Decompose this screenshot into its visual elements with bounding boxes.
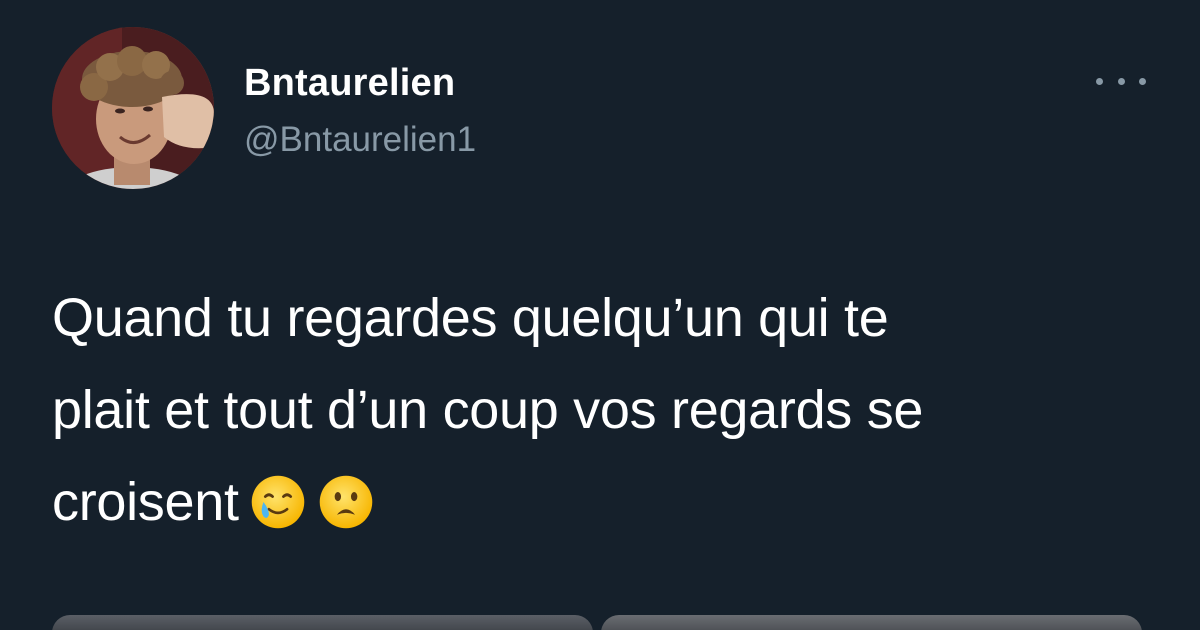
author-handle[interactable]: @Bntaurelien1 (244, 120, 476, 160)
author-avatar[interactable] (52, 27, 214, 189)
frowning-face-with-open-mouth-icon (317, 473, 375, 531)
author-display-name[interactable]: Bntaurelien (244, 62, 455, 105)
more-horizontal-icon-dot (1117, 77, 1125, 85)
tweet-text-line: plait et tout d’un coup vos regards se (52, 380, 924, 440)
smiling-face-with-tear-icon (249, 473, 307, 531)
tweet-text-line: Quand tu regardes quelqu’un qui te (52, 288, 889, 348)
tweet-media[interactable] (52, 615, 1142, 630)
media-image[interactable] (52, 615, 593, 630)
profile-photo-icon (52, 27, 214, 189)
more-horizontal-icon (1096, 77, 1103, 85)
media-image[interactable] (601, 615, 1142, 630)
more-options-button[interactable] (1096, 66, 1146, 96)
tweet-text: Quand tu regardes quelqu’un qui te plait… (52, 272, 1162, 548)
tweet-card: Bntaurelien @Bntaurelien1 Quand tu regar… (0, 0, 1200, 630)
more-horizontal-icon-dot (1139, 77, 1146, 85)
tweet-text-line-last: croisent (52, 456, 1162, 548)
tweet-text-line: croisent (52, 472, 239, 532)
